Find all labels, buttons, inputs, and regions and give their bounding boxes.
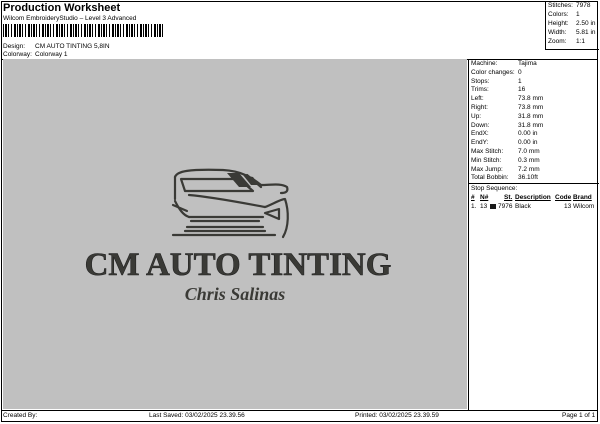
properties-panel: Machine: Tajima Color changes: 0 Stops: 1 Trim… (468, 59, 599, 410)
property-label: Trims: (471, 86, 489, 94)
property-label: EndX: (471, 130, 489, 138)
property-row: Max Jump: 7.2 mm (471, 166, 540, 173)
stat-width: Width: 5.81 in (548, 29, 596, 36)
property-row: EndY: 0.00 in (471, 139, 538, 146)
row-description: Black (515, 203, 531, 210)
property-row: Min Stitch: 0.3 mm (471, 157, 540, 164)
property-label: Max Stitch: (471, 148, 504, 155)
property-row: Max Stitch: 7.0 mm (471, 148, 540, 155)
table-row[interactable]: 1. 13 7976 Black 13 Wilcom (469, 203, 599, 212)
property-value: 0 (518, 68, 522, 76)
software-subtitle: Wilcom EmbroideryStudio – Level 3 Advanc… (3, 15, 137, 22)
footer-last-saved: Last Saved: 03/02/2025 23.39.56 (149, 412, 245, 419)
property-row: Right: 73.8 mm (471, 104, 543, 111)
property-value: 1 (518, 77, 522, 85)
design-label: Design: (3, 43, 26, 50)
property-label: Min Stitch: (471, 156, 502, 164)
property-label: Machine: (471, 60, 498, 67)
footer-printed: Printed: 03/02/2025 23.39.59 (355, 412, 439, 419)
row-num: 1. (471, 203, 477, 210)
property-value: 0.00 in (518, 130, 538, 138)
row-n: 13 (480, 203, 488, 210)
design-row: Design: CM AUTO TINTING 5,8IN (3, 43, 110, 50)
color-swatch-icon (490, 204, 496, 209)
colorway-row: Colorway: Colorway 1 (3, 51, 68, 58)
stat-zoom: Zoom: 1:1 (548, 38, 586, 45)
property-value: 0.00 in (518, 139, 538, 147)
embroidery-logo: CM AUTO TINTING Chris Salinas (84, 168, 392, 304)
property-label: EndY: (471, 139, 489, 147)
footer-divider (1, 410, 598, 411)
property-value: 36.10ft (518, 174, 538, 182)
col-st: St. (504, 194, 513, 201)
colorway-label: Colorway: (3, 51, 32, 58)
property-label: Left: (471, 95, 484, 103)
property-label: Right: (471, 104, 488, 111)
stats-box: Stitches: 7978 Colors: 1 Height: 2.50 in Wi… (545, 1, 599, 50)
col-num: # (471, 194, 475, 201)
design-value: CM AUTO TINTING 5,8IN (35, 43, 110, 50)
stat-stitches: Stitches: 7978 (548, 2, 591, 9)
property-row: Machine: Tajima (471, 60, 537, 67)
property-row: Left: 73.8 mm (471, 95, 543, 102)
property-label: Stops: (471, 77, 490, 85)
design-preview[interactable]: CM AUTO TINTING Chris Salinas (3, 59, 467, 409)
stop-divider (469, 183, 599, 184)
col-description: Description (515, 194, 551, 201)
property-label: Total Bobbin: (471, 174, 509, 182)
property-row: Down: 31.8 mm (471, 122, 543, 129)
property-row: Trims: 16 (471, 86, 525, 93)
property-row: Color changes: 0 (471, 69, 522, 76)
property-value: 31.8 mm (518, 112, 544, 120)
row-st: 7976 (498, 203, 513, 210)
row-brand: Wilcom (573, 203, 595, 210)
property-row: Total Bobbin: 36.10ft (471, 174, 538, 181)
row-code: 13 (564, 203, 572, 210)
barcode (3, 24, 165, 37)
col-n: N# (480, 194, 489, 201)
property-value: 0.3 mm (518, 156, 540, 164)
stop-sequence-title: Stop Sequence: (471, 185, 518, 192)
property-label: Color changes: (471, 68, 515, 76)
logo-script-text: Chris Salinas (185, 284, 286, 304)
property-value: 31.8 mm (518, 121, 544, 129)
property-value: 73.8 mm (518, 95, 544, 103)
property-value: 16 (518, 86, 526, 94)
property-value: 7.0 mm (518, 148, 540, 155)
property-label: Down: (471, 121, 490, 129)
logo-main-text: CM AUTO TINTING (85, 247, 392, 283)
property-value: Tajima (518, 60, 537, 67)
footer: Created By: Last Saved: 03/02/2025 23.39… (3, 412, 596, 422)
footer-created: Created By: (3, 412, 38, 419)
property-value: 73.8 mm (518, 104, 544, 111)
footer-page: Page 1 of 1 (562, 412, 596, 419)
property-row: Stops: 1 (471, 78, 522, 85)
stop-sequence-header: # N# St. Description Code Brand (469, 194, 599, 203)
page-title: Production Worksheet (3, 2, 121, 14)
stat-colors: Colors: 1 (548, 11, 580, 18)
stat-height: Height: 2.50 in (548, 20, 596, 27)
property-label: Max Jump: (471, 165, 503, 173)
col-brand: Brand (573, 194, 592, 201)
property-row: EndX: 0.00 in (471, 130, 538, 137)
col-code: Code (555, 194, 572, 201)
colorway-value: Colorway 1 (35, 51, 68, 58)
property-value: 7.2 mm (518, 165, 540, 173)
property-label: Up: (471, 112, 482, 120)
property-row: Up: 31.8 mm (471, 113, 543, 120)
car-outline-icon (171, 168, 289, 239)
